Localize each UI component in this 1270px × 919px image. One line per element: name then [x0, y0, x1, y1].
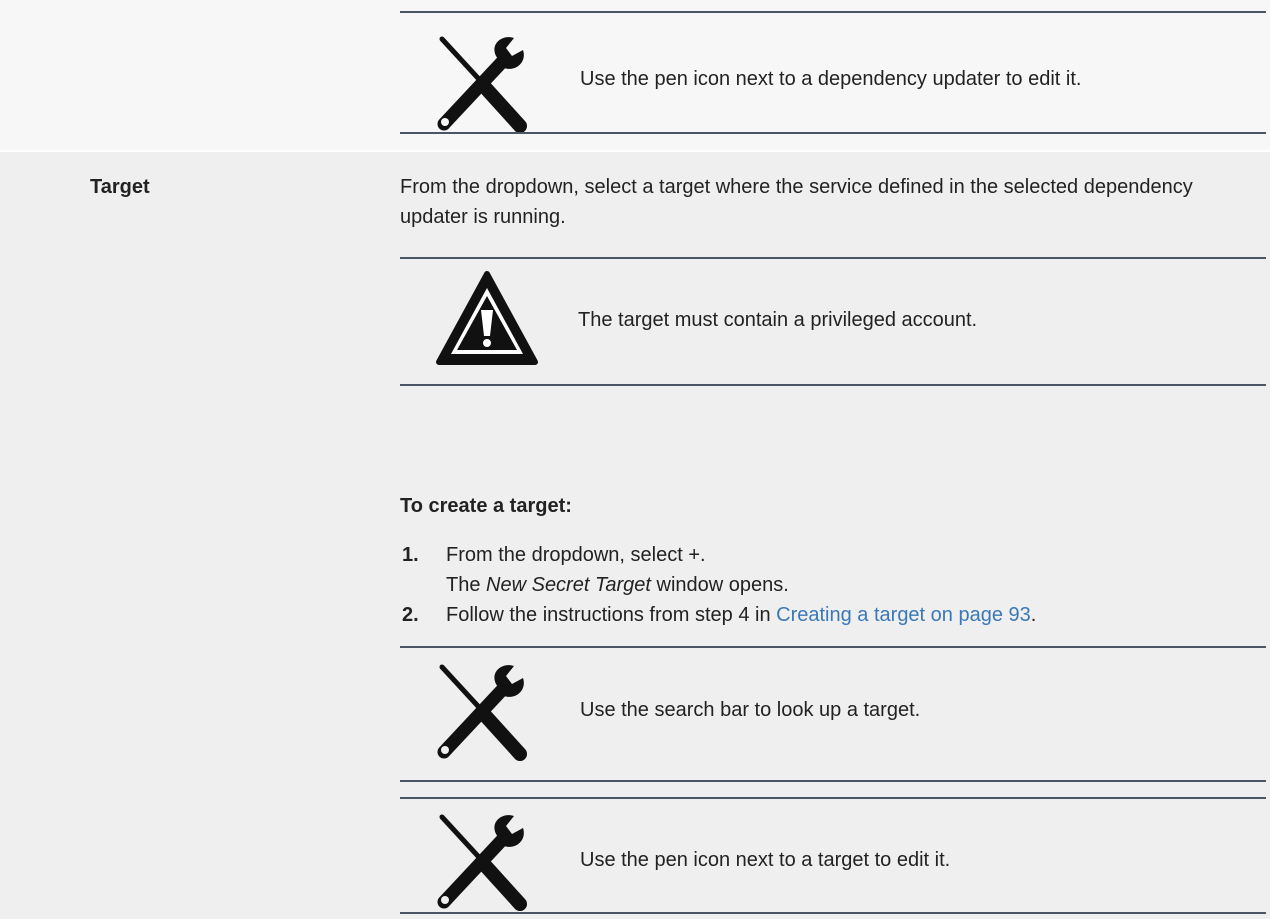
table-row-target [0, 152, 1270, 919]
tip-1-top-rule [400, 646, 1266, 648]
tip-note-top: Use the pen icon next to a dependency up… [400, 30, 1266, 133]
target-description: From the dropdown, select a target where… [400, 176, 1193, 228]
step-1-line-2: The New Secret Target window opens. [446, 570, 789, 600]
tip-note-search: Use the search bar to look up a target. [400, 660, 1266, 761]
tools-icon [430, 662, 530, 767]
tip-text: Use the pen icon next to a dependency up… [580, 68, 1082, 90]
step-1-text: The [446, 574, 487, 596]
procedure-heading: To create a target: [400, 495, 572, 517]
warning-text: The target must contain a privileged acc… [578, 309, 978, 331]
tip-text: Use the pen icon next to a target to edi… [580, 849, 951, 871]
warning-top-rule [400, 257, 1266, 259]
warning-icon [435, 270, 539, 373]
step-2-text-end: . [1030, 604, 1037, 626]
tools-icon [430, 812, 530, 917]
procedure-step-2: 2. Follow the instructions from step 4 i… [400, 600, 1260, 630]
tip-2-top-rule [400, 797, 1266, 799]
step-2-text: Follow the instructions from step 4 in C… [446, 600, 1036, 630]
tip-1-bottom-rule [400, 780, 1266, 782]
warning-note: The target must contain a privileged acc… [400, 270, 1266, 370]
tip-note-edit: Use the pen icon next to a target to edi… [400, 810, 1266, 911]
window-name: New Secret Target [486, 574, 651, 596]
step-number: 2. [402, 604, 419, 626]
creating-target-link[interactable]: Creating a target on page 93 [776, 604, 1031, 626]
tools-icon [430, 34, 530, 139]
tip-2-bottom-rule [400, 912, 1266, 914]
warning-bottom-rule [400, 384, 1266, 386]
step-1-line-1: From the dropdown, select +. [446, 544, 706, 566]
tip-text: Use the search bar to look up a target. [580, 699, 921, 721]
note-bottom-rule [400, 132, 1266, 134]
procedure-step-1: 1. From the dropdown, select +. The New … [400, 540, 1260, 600]
step-1-text-end: window opens. [650, 574, 789, 596]
step-2-text-start: Follow the instructions from step 4 in [446, 604, 777, 626]
row-label-target: Target [90, 176, 150, 198]
step-number: 1. [402, 544, 419, 566]
note-top-rule [400, 11, 1266, 13]
